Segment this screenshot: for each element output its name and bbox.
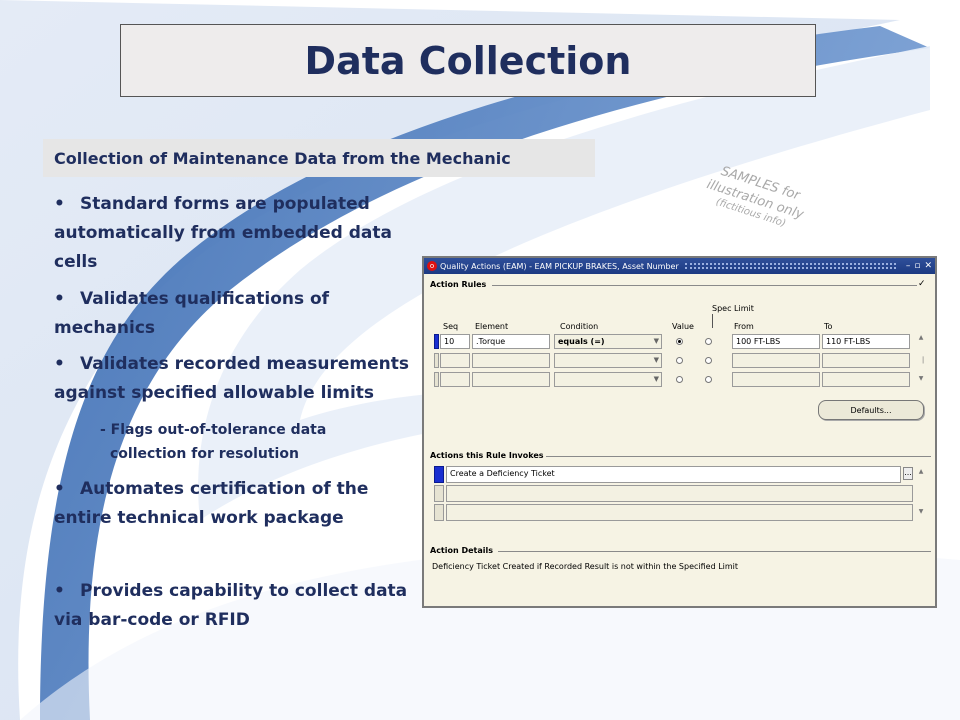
row-indicator[interactable]: [434, 353, 439, 368]
slide-title: Data Collection: [304, 38, 632, 83]
value-radio[interactable]: [676, 338, 683, 345]
bullet-text: cells: [54, 252, 98, 272]
bullet-item: • Standard forms are populated automatica…: [54, 190, 392, 277]
bullet-text: Automates certification of the: [80, 479, 369, 499]
element-field[interactable]: [472, 353, 550, 368]
divider: [492, 285, 917, 286]
chevron-down-icon: ▼: [653, 356, 659, 364]
bullet-text: against specified allowable limits: [54, 383, 375, 403]
row-indicator[interactable]: [434, 466, 444, 483]
minimize-icon[interactable]: –: [906, 261, 911, 271]
quality-actions-window: o Quality Actions (EAM) - EAM PICKUP BRA…: [422, 256, 937, 608]
divider: [546, 456, 931, 457]
window-title: Quality Actions (EAM) - EAM PICKUP BRAKE…: [440, 261, 679, 271]
value-radio[interactable]: [705, 357, 712, 364]
chevron-down-icon: ▼: [653, 337, 659, 345]
bullet-item: • Validates recorded measurements against…: [54, 350, 409, 408]
maximize-icon[interactable]: ▫: [914, 261, 920, 271]
sub-bullet-text: - Flags out-of-tolerance data: [100, 422, 327, 438]
subtitle-box: Collection of Maintenance Data from the …: [43, 139, 595, 177]
scroll-down-icon[interactable]: ▼: [917, 508, 925, 515]
from-field[interactable]: [732, 372, 820, 387]
divider: [712, 314, 713, 328]
divider: [498, 551, 931, 552]
condition-value: equals (=): [558, 337, 605, 346]
element-field[interactable]: .Torque: [472, 334, 550, 349]
condition-select[interactable]: ▼: [554, 353, 662, 368]
bullet-text: mechanics: [54, 318, 156, 338]
bullet-text: Validates qualifications of: [80, 289, 330, 309]
section-actions-invoked: Actions this Rule Invokes: [430, 451, 544, 460]
col-to: To: [824, 322, 833, 331]
section-action-rules: Action Rules: [430, 280, 487, 289]
value-radio[interactable]: [705, 338, 712, 345]
defaults-button[interactable]: Defaults...: [818, 400, 924, 420]
slide-subtitle: Collection of Maintenance Data from the …: [54, 148, 511, 168]
row-indicator[interactable]: [434, 334, 439, 349]
row-indicator[interactable]: [434, 485, 444, 502]
bullet-item: • Validates qualifications of mechanics: [54, 285, 329, 343]
action-field[interactable]: Create a Deficiency Ticket: [446, 466, 901, 483]
condition-select[interactable]: equals (=) ▼: [554, 334, 662, 349]
ellipsis-button[interactable]: ...: [903, 467, 913, 480]
from-field[interactable]: 100 FT-LBS: [732, 334, 820, 349]
bullet-text: via bar-code or RFID: [54, 610, 250, 630]
from-field[interactable]: [732, 353, 820, 368]
bullet-text: automatically from embedded data: [54, 223, 392, 243]
to-field[interactable]: [822, 353, 910, 368]
value-radio[interactable]: [676, 376, 683, 383]
to-field[interactable]: 110 FT-LBS: [822, 334, 910, 349]
title-box: Data Collection: [120, 24, 816, 97]
col-value: Value: [672, 322, 694, 331]
seq-field[interactable]: [440, 372, 470, 387]
close-icon[interactable]: ✕: [924, 261, 932, 271]
row-indicator[interactable]: [434, 504, 444, 521]
action-details-text: Deficiency Ticket Created if Recorded Re…: [432, 562, 739, 571]
scroll-up-icon[interactable]: ▲: [917, 334, 925, 341]
col-seq: Seq: [443, 322, 459, 331]
oracle-logo-icon: o: [427, 261, 437, 271]
sub-bullet: - Flags out-of-tolerance data collection…: [100, 418, 326, 466]
chevron-down-icon: ▼: [653, 375, 659, 383]
col-element: Element: [475, 322, 509, 331]
row-indicator[interactable]: [434, 372, 439, 387]
col-from: From: [734, 322, 754, 331]
bullet-text: Provides capability to collect data: [80, 581, 408, 601]
sub-bullet-text: collection for resolution: [110, 446, 299, 462]
col-spec-limit: Spec Limit: [712, 304, 754, 313]
col-condition: Condition: [560, 322, 599, 331]
condition-select[interactable]: ▼: [554, 372, 662, 387]
bullet-text: entire technical work package: [54, 508, 344, 528]
bullet-item: • Provides capability to collect data via…: [54, 577, 407, 635]
window-titlebar[interactable]: o Quality Actions (EAM) - EAM PICKUP BRA…: [424, 258, 935, 274]
scroll-down-icon[interactable]: ▼: [917, 375, 925, 382]
value-radio[interactable]: [676, 357, 683, 364]
element-field[interactable]: [472, 372, 550, 387]
value-radio[interactable]: [705, 376, 712, 383]
titlebar-grip: [684, 263, 896, 269]
seq-field[interactable]: 10: [440, 334, 470, 349]
check-icon[interactable]: ✓: [918, 280, 927, 289]
section-action-details: Action Details: [430, 546, 494, 555]
bullet-text: Validates recorded measurements: [80, 354, 409, 374]
bullet-item: • Automates certification of the entire t…: [54, 475, 368, 533]
action-field[interactable]: [446, 485, 913, 502]
bullet-text: Standard forms are populated: [80, 194, 370, 214]
seq-field[interactable]: [440, 353, 470, 368]
scroll-up-icon[interactable]: ▲: [917, 468, 925, 475]
action-field[interactable]: [446, 504, 913, 521]
scroll-track[interactable]: ▕: [917, 357, 925, 364]
to-field[interactable]: [822, 372, 910, 387]
